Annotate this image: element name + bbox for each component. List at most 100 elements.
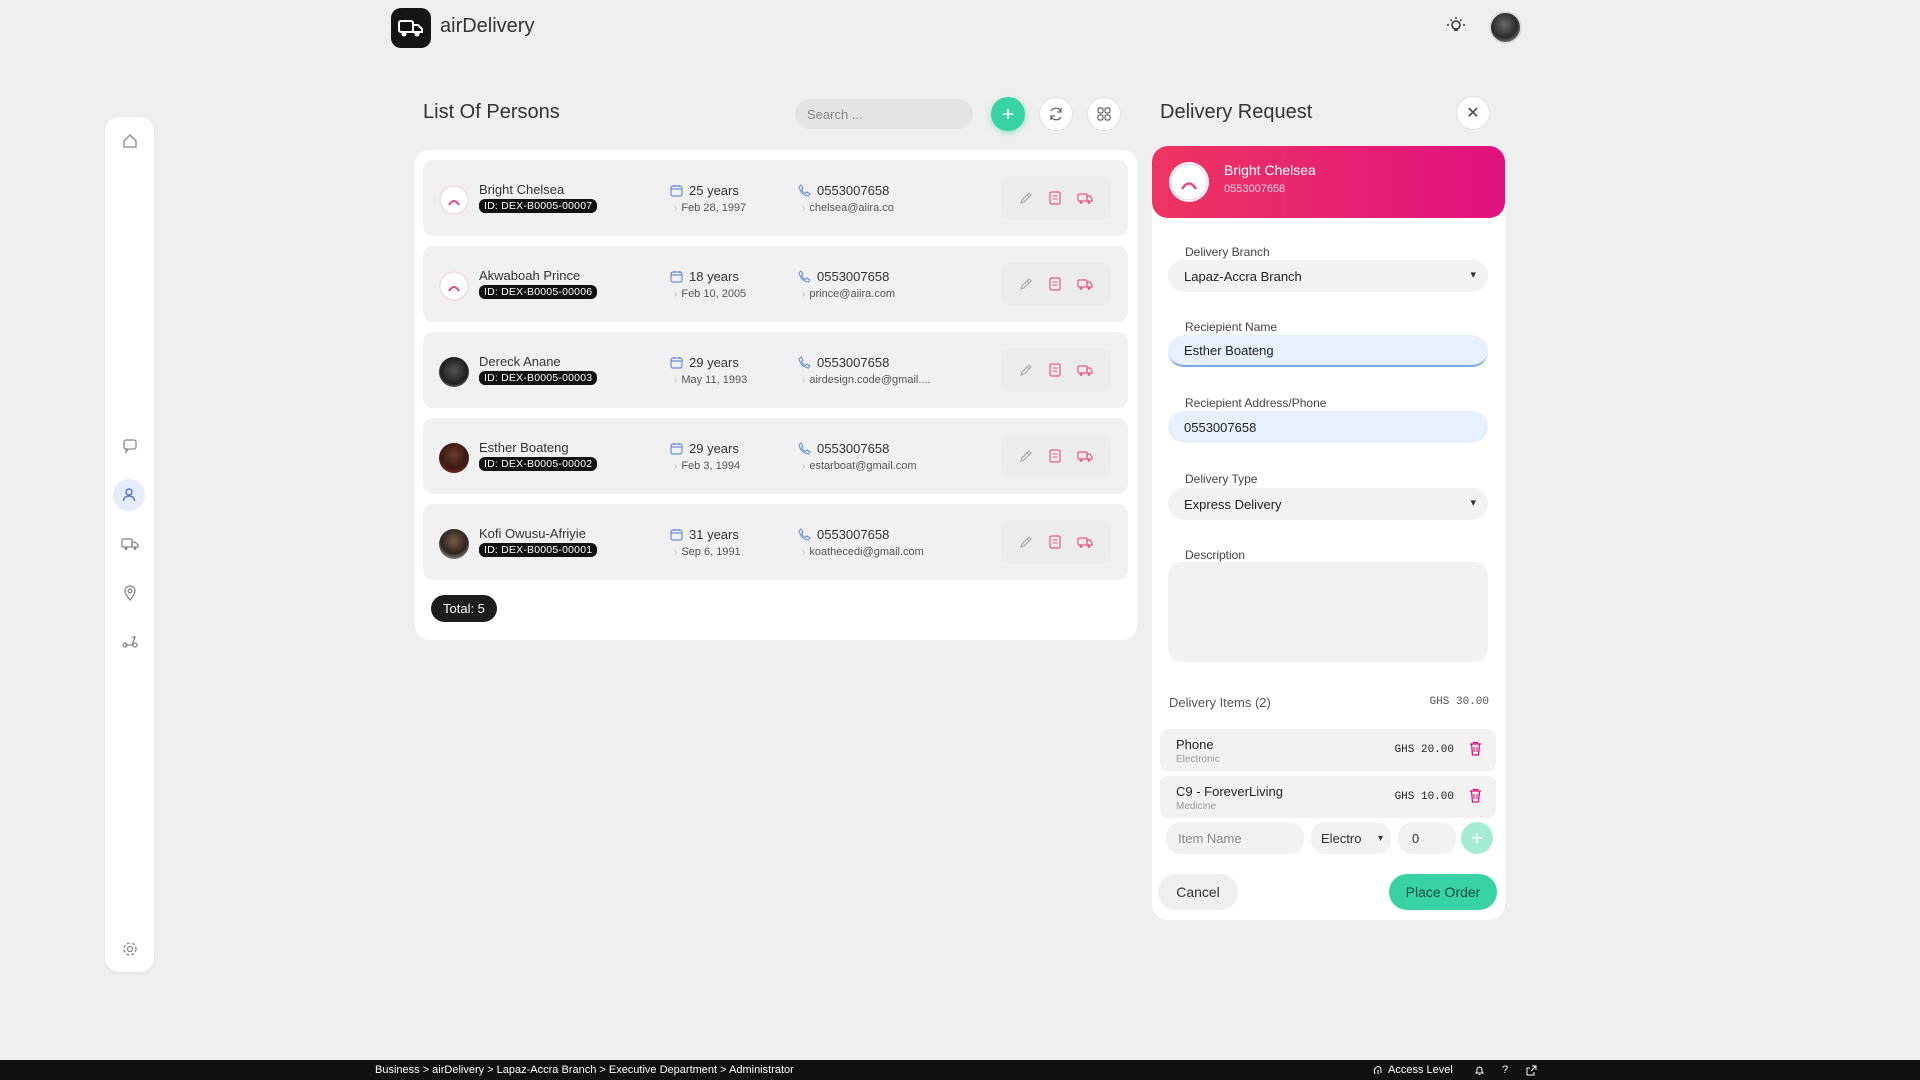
user-avatar[interactable] xyxy=(1489,11,1522,44)
document-icon[interactable] xyxy=(1049,191,1061,205)
location-icon[interactable] xyxy=(117,580,143,606)
person-email: › koathecedi@gmail.com xyxy=(802,546,924,558)
edit-icon[interactable] xyxy=(1019,535,1033,549)
theme-toggle-icon[interactable] xyxy=(1446,16,1466,36)
items-total: GHS 30.00 xyxy=(1429,696,1489,708)
person-email: › estarboat@gmail.com xyxy=(802,460,917,472)
phone-icon xyxy=(798,356,811,369)
delivery-truck-icon[interactable] xyxy=(1077,192,1093,205)
delivery-truck-icon[interactable] xyxy=(1077,450,1093,463)
type-label: Delivery Type xyxy=(1185,472,1258,486)
dob-text: Feb 3, 1994 xyxy=(681,460,741,472)
delivery-logo-icon xyxy=(398,20,423,37)
delivery-type-value: Express Delivery xyxy=(1184,496,1282,512)
delivery-truck-icon[interactable] xyxy=(1077,364,1093,377)
chat-icon[interactable] xyxy=(117,433,143,459)
add-item-button[interactable] xyxy=(1461,822,1493,854)
phone-text: 0553007658 xyxy=(817,269,890,284)
delivery-item: C9 - ForeverLiving Medicine GHS 10.00 xyxy=(1160,776,1496,818)
item-qty-input[interactable]: 0 xyxy=(1398,822,1456,854)
age-text: 18 years xyxy=(689,269,739,284)
edit-icon[interactable] xyxy=(1019,363,1033,377)
branch-select[interactable]: Lapaz-Accra Branch ▾ xyxy=(1168,260,1488,292)
bell-icon[interactable] xyxy=(1472,1063,1486,1077)
list-item[interactable]: Esther Boateng ID: DEX-B0005-00002 29 ye… xyxy=(423,418,1128,494)
cancel-button[interactable]: Cancel xyxy=(1158,874,1238,910)
delivery-type-select[interactable]: Express Delivery ▾ xyxy=(1168,488,1488,520)
person-name: Kofi Owusu-Afriyie xyxy=(479,526,586,541)
delivery-truck-icon[interactable] xyxy=(1077,278,1093,291)
person-dob: › May 11, 1993 xyxy=(674,374,748,386)
grid-view-button[interactable] xyxy=(1087,97,1121,131)
item-category-value: Electro xyxy=(1321,830,1362,846)
phone-text: 0553007658 xyxy=(817,441,890,456)
fingerprint-icon xyxy=(1373,1066,1382,1075)
search-input[interactable] xyxy=(795,99,973,129)
app-logo[interactable] xyxy=(391,8,431,48)
person-phone: 0553007658 xyxy=(798,269,889,284)
phone-icon xyxy=(798,442,811,455)
item-name-input[interactable]: Item Name xyxy=(1166,822,1304,854)
avatar xyxy=(439,185,469,215)
person-name: Dereck Anane xyxy=(479,354,561,369)
delivery-item: Phone Electronic GHS 20.00 xyxy=(1160,729,1496,771)
list-title: List Of Persons xyxy=(423,101,560,123)
edit-icon[interactable] xyxy=(1019,449,1033,463)
item-name: Phone xyxy=(1176,737,1214,752)
item-category-select[interactable]: Electro ▾ xyxy=(1311,822,1391,854)
breadcrumb: Business > airDelivery > Lapaz-Accra Bra… xyxy=(375,1064,794,1076)
trash-icon[interactable] xyxy=(1469,741,1482,761)
add-person-button[interactable] xyxy=(991,97,1025,131)
edit-icon[interactable] xyxy=(1019,277,1033,291)
document-icon[interactable] xyxy=(1049,363,1061,377)
status-bar: Business > airDelivery > Lapaz-Accra Bra… xyxy=(0,1060,1920,1080)
refresh-button[interactable] xyxy=(1039,97,1073,131)
list-item[interactable]: Kofi Owusu-Afriyie ID: DEX-B0005-00001 3… xyxy=(423,504,1128,580)
calendar-icon xyxy=(670,443,683,455)
scooter-icon[interactable] xyxy=(117,628,143,654)
list-item[interactable]: Dereck Anane ID: DEX-B0005-00003 29 year… xyxy=(423,332,1128,408)
person-icon[interactable] xyxy=(113,479,145,511)
chevron-down-icon: ▾ xyxy=(1470,497,1476,509)
address-input[interactable]: 0553007658 xyxy=(1168,411,1488,443)
item-qty-value: 0 xyxy=(1412,830,1420,846)
external-link-icon[interactable] xyxy=(1524,1063,1538,1077)
item-category: Medicine xyxy=(1176,801,1217,812)
person-name: Bright Chelsea xyxy=(479,182,565,197)
close-icon: ✕ xyxy=(1466,105,1480,122)
grid-icon xyxy=(1097,107,1111,121)
person-dob: › Feb 10, 2005 xyxy=(674,288,747,300)
close-button[interactable]: ✕ xyxy=(1456,96,1490,130)
document-icon[interactable] xyxy=(1049,277,1061,291)
selected-person-header: Bright Chelsea 0553007658 xyxy=(1152,146,1505,218)
settings-icon[interactable] xyxy=(117,936,143,962)
person-phone: 0553007658 xyxy=(798,355,889,370)
document-icon[interactable] xyxy=(1049,449,1061,463)
access-level[interactable]: Access Level xyxy=(1372,1064,1453,1076)
items-heading: Delivery Items (2) xyxy=(1169,695,1271,710)
person-name: Esther Boateng xyxy=(479,440,569,455)
person-age: 25 years xyxy=(670,183,739,198)
person-phone: 0553007658 xyxy=(798,527,889,542)
calendar-icon xyxy=(670,357,683,369)
help-icon[interactable]: ? xyxy=(1498,1063,1512,1077)
truck-icon[interactable] xyxy=(117,531,143,557)
document-icon[interactable] xyxy=(1049,535,1061,549)
list-item[interactable]: Bright Chelsea ID: DEX-B0005-00007 25 ye… xyxy=(423,160,1128,236)
chevron-down-icon: ▾ xyxy=(1377,832,1383,844)
person-age: 18 years xyxy=(670,269,739,284)
place-order-button[interactable]: Place Order xyxy=(1389,874,1497,910)
home-icon[interactable] xyxy=(117,128,143,154)
sidebar xyxy=(105,117,154,972)
recipient-input[interactable]: Esther Boateng xyxy=(1168,335,1488,367)
list-item[interactable]: Akwaboah Prince ID: DEX-B0005-00006 18 y… xyxy=(423,246,1128,322)
email-text: estarboat@gmail.com xyxy=(809,460,917,472)
avatar xyxy=(439,357,469,387)
edit-icon[interactable] xyxy=(1019,191,1033,205)
persons-list: Bright Chelsea ID: DEX-B0005-00007 25 ye… xyxy=(415,150,1137,640)
person-age: 31 years xyxy=(670,527,739,542)
delivery-truck-icon[interactable] xyxy=(1077,536,1093,549)
trash-icon[interactable] xyxy=(1469,788,1482,808)
plus-icon xyxy=(1472,833,1482,843)
description-textarea[interactable] xyxy=(1168,562,1488,662)
